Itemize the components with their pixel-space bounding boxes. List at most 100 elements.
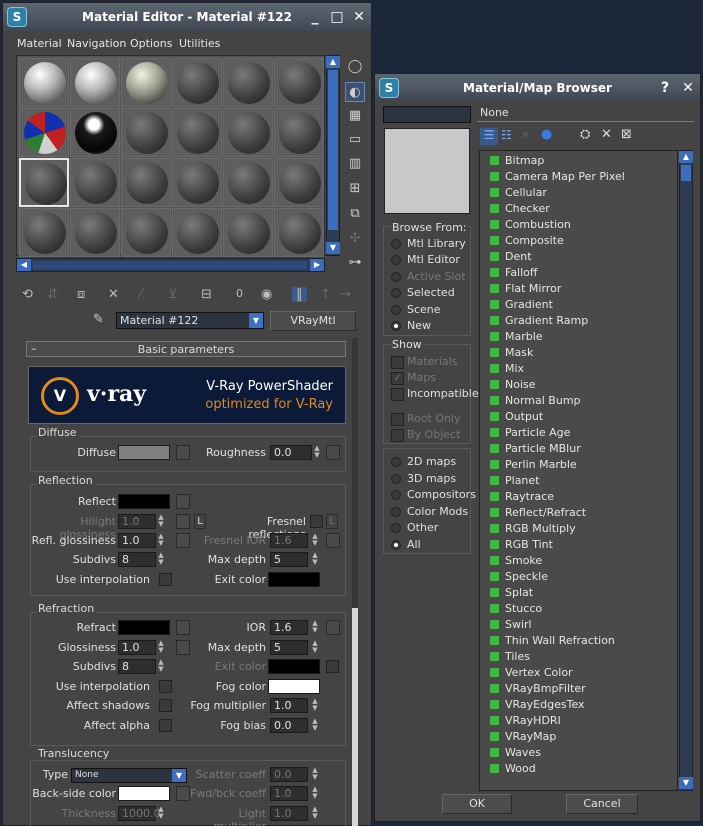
map-list-item[interactable]: Reflect/Refract: [490, 505, 586, 521]
material-slot[interactable]: [223, 108, 273, 157]
thickness-field[interactable]: 1000.0: [118, 806, 161, 821]
material-slot[interactable]: [274, 208, 324, 257]
map-list-item[interactable]: RGB Multiply: [490, 521, 576, 537]
map-list-item[interactable]: Speckle: [490, 569, 548, 585]
material-slot[interactable]: [172, 58, 222, 107]
fresnel-reflections-checkbox[interactable]: [310, 515, 323, 528]
filter-radio[interactable]: [391, 473, 401, 484]
scatter-coeff-spinner[interactable]: ▲ ▼: [310, 767, 320, 782]
map-list-item[interactable]: Composite: [490, 233, 564, 249]
reset-icon[interactable]: ✕: [108, 287, 119, 302]
map-list-item[interactable]: Particle Age: [490, 425, 570, 441]
material-slot[interactable]: [223, 58, 273, 107]
show-checkbox[interactable]: [391, 356, 404, 369]
refr-max-depth-spinner[interactable]: ▲ ▼: [310, 640, 320, 655]
material-slot[interactable]: [223, 208, 273, 257]
material-slot[interactable]: [70, 108, 120, 157]
material-name-field[interactable]: Material #122 ▼: [116, 312, 264, 329]
copy-material-icon[interactable]: ⁄: [140, 287, 142, 302]
material-slot[interactable]: [172, 158, 222, 207]
map-list-item[interactable]: Mask: [490, 345, 533, 361]
backlight-icon[interactable]: ◐: [345, 82, 365, 102]
view-list-icon[interactable]: ☰: [480, 128, 498, 145]
refr-glossiness-field[interactable]: 1.0: [118, 640, 156, 655]
get-material-icon[interactable]: ⟲: [22, 287, 33, 302]
refr-exit-color-swatch[interactable]: [268, 659, 320, 674]
material-slot[interactable]: [19, 158, 69, 207]
refl-subdivs-field[interactable]: 8: [118, 552, 156, 567]
scroll-right-icon[interactable]: ▶: [310, 259, 324, 271]
material-slot[interactable]: [121, 108, 171, 157]
map-list-item[interactable]: Particle MBlur: [490, 441, 581, 457]
hilight-glossiness-spinner[interactable]: ▲ ▼: [156, 514, 166, 529]
material-id-icon[interactable]: 0: [236, 287, 243, 300]
material-slot[interactable]: [172, 108, 222, 157]
map-list-item[interactable]: Planet: [490, 473, 539, 489]
map-list-item[interactable]: Gradient: [490, 297, 553, 313]
map-list-item[interactable]: Cellular: [490, 185, 547, 201]
thickness-spinner[interactable]: ▲ ▼: [156, 806, 166, 821]
show-map-icon[interactable]: ◉: [261, 287, 272, 302]
filter-radio[interactable]: [391, 457, 401, 467]
fog-multiplier-field[interactable]: 1.0: [270, 698, 308, 713]
material-slot[interactable]: [121, 58, 171, 107]
menu-material[interactable]: Material: [17, 37, 62, 50]
close-icon[interactable]: ✕: [678, 78, 698, 98]
material-slot[interactable]: [274, 158, 324, 207]
menu-navigation[interactable]: Navigation: [67, 37, 126, 50]
roughness-spinner[interactable]: ▲ ▼: [312, 445, 322, 460]
editor-titlebar[interactable]: S Material Editor - Material #122 _ □ ✕: [3, 3, 371, 31]
fwd-bck-coeff-spinner[interactable]: ▲ ▼: [310, 786, 320, 801]
fog-color-swatch[interactable]: [268, 679, 320, 694]
refl-exit-color-swatch[interactable]: [268, 572, 320, 587]
map-list-item[interactable]: Gradient Ramp: [490, 313, 588, 329]
map-list-item[interactable]: Perlin Marble: [490, 457, 577, 473]
map-list-item[interactable]: Marble: [490, 329, 543, 345]
light-multiplier-field[interactable]: 1.0: [270, 806, 308, 821]
slots-vscroll[interactable]: ▲ ▼: [326, 55, 340, 256]
scatter-coeff-field[interactable]: 0.0: [270, 767, 308, 782]
maximize-icon[interactable]: □: [327, 7, 347, 27]
map-list-item[interactable]: Swirl: [490, 617, 532, 633]
reflect-map-button[interactable]: [176, 494, 190, 509]
fresnel-ior-map-button[interactable]: [326, 533, 340, 548]
refl-use-interpolation-checkbox[interactable]: [159, 573, 172, 586]
show-checkbox[interactable]: [391, 429, 404, 442]
map-list-item[interactable]: Waves: [490, 745, 541, 761]
refl-max-depth-spinner[interactable]: ▲ ▼: [310, 552, 320, 567]
map-list-item[interactable]: VRayEdgesTex: [490, 697, 585, 713]
make-preview-icon[interactable]: ⊞: [345, 179, 365, 199]
fog-multiplier-spinner[interactable]: ▲ ▼: [310, 698, 320, 713]
fwd-bck-coeff-field[interactable]: 1.0: [270, 786, 308, 801]
menu-options[interactable]: Options: [130, 37, 172, 50]
select-by-material-icon[interactable]: ✣: [345, 229, 365, 249]
map-list-item[interactable]: Falloff: [490, 265, 537, 281]
material-slot[interactable]: [223, 158, 273, 207]
map-list-item[interactable]: Combustion: [490, 217, 571, 233]
update-scene-materials-icon[interactable]: ⛭: [580, 127, 590, 142]
roughness-map-button[interactable]: [326, 445, 340, 460]
scroll-up-icon[interactable]: ▲: [326, 56, 340, 68]
map-list-item[interactable]: Camera Map Per Pixel: [490, 169, 625, 185]
refl-max-depth-field[interactable]: 5: [270, 552, 308, 567]
browser-search-field[interactable]: [383, 106, 471, 123]
map-list-item[interactable]: Bitmap: [490, 153, 544, 169]
material-slot[interactable]: [70, 58, 120, 107]
map-list-item[interactable]: Mix: [490, 361, 524, 377]
refr-max-depth-field[interactable]: 5: [270, 640, 308, 655]
refl-glossiness-spinner[interactable]: ▲ ▼: [156, 533, 166, 548]
map-list-item[interactable]: Dent: [490, 249, 532, 265]
make-unique-icon[interactable]: ⊻: [168, 287, 178, 302]
material-slot[interactable]: [274, 108, 324, 157]
map-list-item[interactable]: VRayHDRI: [490, 713, 561, 729]
view-small-icons-icon[interactable]: ◦: [522, 128, 529, 142]
hilight-glossiness-field[interactable]: 1.0: [118, 514, 156, 529]
uv-tiling-icon[interactable]: ▭: [345, 130, 365, 150]
cancel-button[interactable]: Cancel: [566, 794, 638, 814]
map-list-item[interactable]: Tiles: [490, 649, 530, 665]
show-checkbox[interactable]: ✓: [391, 372, 404, 385]
hilight-map-button[interactable]: [176, 514, 190, 529]
browse-radio[interactable]: [391, 271, 401, 282]
map-list-item[interactable]: Thin Wall Refraction: [490, 633, 615, 649]
options-icon[interactable]: ⧉: [345, 204, 365, 224]
